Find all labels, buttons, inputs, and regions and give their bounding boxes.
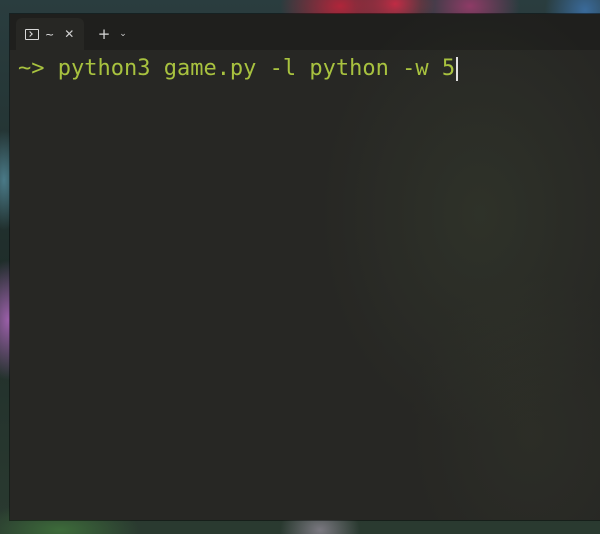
prompt-symbol: ~> <box>18 56 45 81</box>
close-icon[interactable]: ✕ <box>64 28 74 40</box>
command-line: ~> python3 game.py -l python -w 5 <box>18 54 459 84</box>
new-tab-button[interactable]: + <box>96 22 112 46</box>
terminal-pane[interactable]: ~> python3 game.py -l python -w 5 <box>10 50 600 520</box>
command-text: python3 game.py -l python -w 5 <box>57 56 456 81</box>
chevron-down-icon[interactable]: ⌄ <box>116 22 130 46</box>
tab-bar: ~ ✕ + ⌄ <box>10 14 600 50</box>
text-cursor <box>456 57 459 81</box>
tab-home[interactable]: ~ ✕ <box>16 18 84 50</box>
tab-title: ~ <box>45 27 55 41</box>
terminal-window: ~ ✕ + ⌄ ~> python3 game.py -l python -w … <box>10 14 600 520</box>
desktop-wallpaper: ~ ✕ + ⌄ ~> python3 game.py -l python -w … <box>0 0 600 534</box>
terminal-icon <box>25 28 39 40</box>
